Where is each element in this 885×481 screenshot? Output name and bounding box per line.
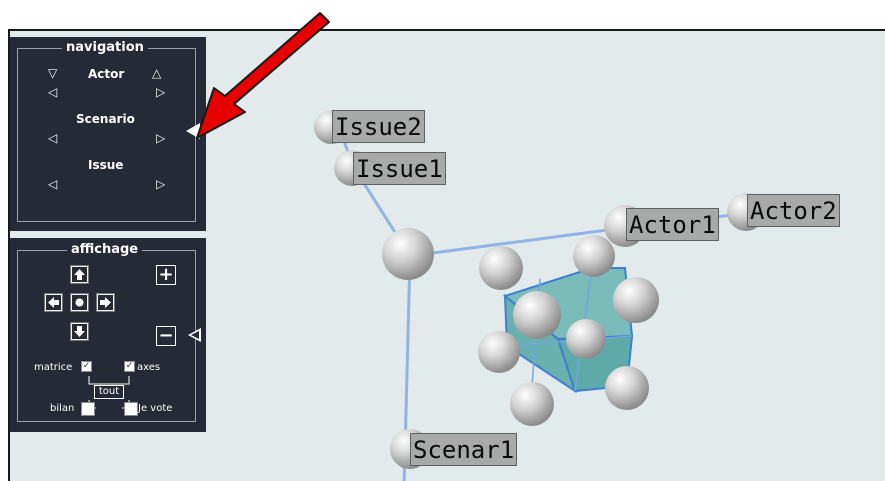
vote-label: Je vote: [138, 403, 173, 414]
triangle-right-icon[interactable]: ▷: [156, 86, 165, 98]
navigation-title: navigation: [62, 41, 148, 55]
affichage-panel: affichage + − matrice ✓ ✓ axes tout bila…: [10, 238, 206, 432]
bilan-label: bilan: [50, 403, 75, 414]
sphere-node[interactable]: [566, 319, 606, 359]
triangle-down-icon[interactable]: ▽: [48, 67, 57, 79]
sphere-node[interactable]: [479, 246, 523, 290]
triangle-right-icon[interactable]: ▷: [156, 178, 165, 190]
bilan-checkbox[interactable]: [81, 402, 95, 416]
sphere-node[interactable]: [613, 277, 659, 323]
sphere-node[interactable]: [510, 382, 554, 426]
axis-line: [403, 255, 412, 452]
triangle-left-icon[interactable]: ◁: [48, 86, 57, 98]
tout-bracket: [88, 376, 130, 409]
3d-viewport[interactable]: Issue2 Issue1 Actor1 Actor2 Scenar1 navi…: [8, 29, 885, 481]
tout-label: tout: [98, 386, 120, 397]
scenario-label: Scenario: [76, 112, 135, 126]
node-label-actor1[interactable]: Actor1: [626, 208, 719, 241]
collapse-triangle-inner: [191, 331, 199, 339]
triangle-up-icon[interactable]: △: [152, 67, 161, 79]
navigation-panel: navigation ▽ Actor △ ◁ ▷ Scenario ◁ ▷ Is…: [10, 37, 206, 231]
sphere-node[interactable]: [513, 291, 561, 339]
collapse-triangle-icon[interactable]: [186, 123, 200, 139]
sphere-node[interactable]: [573, 235, 615, 277]
node-label-issue1[interactable]: Issue1: [353, 152, 446, 185]
tout-button[interactable]: tout: [94, 385, 124, 399]
issue-label: Issue: [88, 158, 124, 172]
triangle-left-icon[interactable]: ◁: [48, 178, 57, 190]
vote-checkbox[interactable]: [124, 402, 138, 416]
actor-label: Actor: [88, 67, 125, 81]
node-label-scenar1[interactable]: Scenar1: [410, 433, 518, 466]
triangle-left-icon[interactable]: ◁: [48, 132, 57, 144]
node-label-actor2[interactable]: Actor2: [747, 194, 840, 227]
triangle-right-icon[interactable]: ▷: [156, 132, 165, 144]
sphere-origin[interactable]: [382, 228, 434, 280]
sphere-node[interactable]: [605, 366, 649, 410]
node-label-issue2[interactable]: Issue2: [332, 110, 425, 143]
sphere-node[interactable]: [478, 331, 520, 373]
